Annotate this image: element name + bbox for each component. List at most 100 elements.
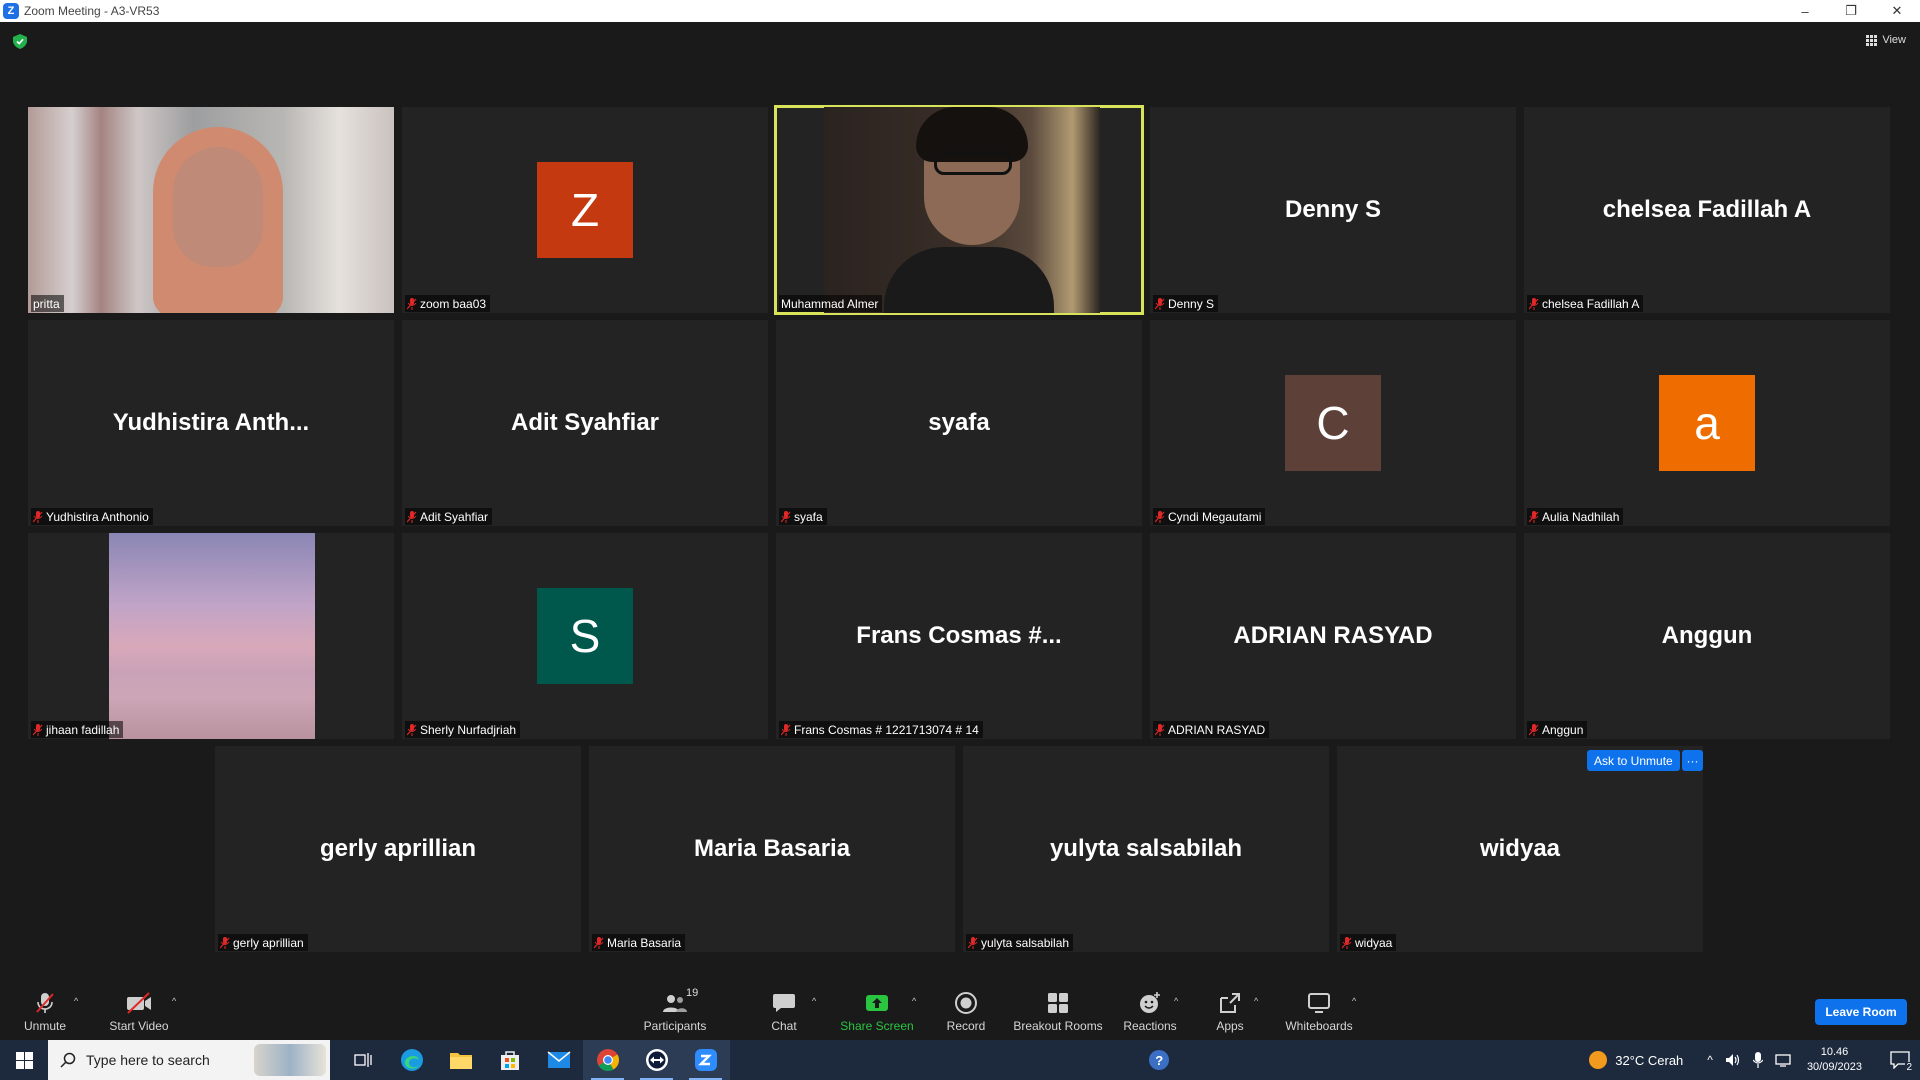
participant-name: Adit Syahfiar [420,509,489,524]
file-explorer-icon[interactable] [436,1040,485,1080]
participant-tile[interactable]: S Sherly Nurfadjriah [402,533,768,739]
participant-video [28,107,394,313]
start-video-label: Start Video [109,1018,169,1033]
participant-display-name: yulyta salsabilah [1049,835,1243,862]
taskbar-search-box[interactable]: Type here to search [48,1040,330,1080]
task-view-icon[interactable] [338,1040,387,1080]
edge-browser-icon[interactable] [387,1040,436,1080]
muted-mic-icon [1154,723,1165,736]
participant-tile[interactable]: syafa syafa [776,320,1142,526]
participant-tile[interactable]: a Aulia Nadhilah [1524,320,1890,526]
participant-tile[interactable]: widyaa widyaa [1337,746,1703,952]
reactions-button[interactable]: Reactions [1122,982,1178,1040]
show-hidden-icons-chevron-icon[interactable]: ^ [1707,1053,1713,1067]
muted-mic-icon [780,510,791,523]
apps-label: Apps [1216,1018,1244,1033]
security-shield-icon[interactable] [13,34,27,49]
participant-display-name: syafa [928,409,990,436]
chat-options-caret-icon[interactable]: ^ [812,996,816,1006]
participant-tile[interactable]: Maria Basaria Maria Basaria [589,746,955,952]
whiteboards-button[interactable]: Whiteboards [1284,982,1354,1040]
microphone-tray-icon[interactable] [1752,1052,1763,1068]
participant-display-name: Denny S [1284,196,1382,223]
participant-tile[interactable]: gerly aprillian gerly aprillian [215,746,581,952]
whiteboards-options-caret-icon[interactable]: ^ [1352,996,1356,1006]
sun-icon [1589,1051,1608,1069]
participant-name: yulyta salsabilah [981,935,1070,950]
weather-widget[interactable]: 32°C Cerah [1589,1051,1683,1069]
participants-icon [663,994,687,1012]
participant-name-label: Adit Syahfiar [405,508,493,525]
muted-mic-icon [219,936,230,949]
restore-button[interactable]: ❐ [1828,0,1874,22]
share-screen-button[interactable]: Share Screen [838,982,916,1040]
clock[interactable]: 10.46 30/09/2023 [1807,1045,1862,1075]
notification-center-button[interactable]: 2 [1880,1040,1920,1080]
search-placeholder: Type here to search [86,1052,210,1068]
participant-name: chelsea Fadillah A [1542,296,1640,311]
participant-tile[interactable]: ADRIAN RASYAD ADRIAN RASYAD [1150,533,1516,739]
audio-options-caret-icon[interactable]: ^ [74,996,78,1006]
participant-display-name: Frans Cosmas #... [856,622,1062,649]
participants-button[interactable]: 19 Participants [640,982,710,1040]
participant-tile[interactable]: Anggun Anggun [1524,533,1890,739]
participant-name-label: Cyndi Megautami [1153,508,1266,525]
participants-count: 19 [686,986,699,999]
video-options-caret-icon[interactable]: ^ [172,996,176,1006]
participant-tile[interactable]: Yudhistira Anth... Yudhistira Anthonio [28,320,394,526]
microsoft-store-icon[interactable] [485,1040,534,1080]
apps-options-caret-icon[interactable]: ^ [1254,996,1258,1006]
chat-button[interactable]: Chat [764,982,804,1040]
tile-more-button[interactable]: ··· [1682,750,1703,771]
ask-to-unmute-button[interactable]: Ask to Unmute [1587,750,1680,771]
participant-tile[interactable]: Muhammad Almer [774,105,1144,315]
reactions-icon [1140,991,1160,1013]
zoom-taskbar-icon[interactable] [681,1040,730,1080]
chrome-browser-icon[interactable] [583,1040,632,1080]
participant-tile[interactable]: Frans Cosmas #... Frans Cosmas # 12217130… [776,533,1142,739]
participant-name: zoom baa03 [420,296,487,311]
muted-mic-icon [967,936,978,949]
participant-display-name: Yudhistira Anth... [112,409,310,436]
record-button[interactable]: Record [942,982,990,1040]
participant-name-label: gerly aprillian [218,934,308,951]
participant-tile[interactable]: pritta [28,107,394,313]
breakout-rooms-button[interactable]: Breakout Rooms [1012,982,1104,1040]
participant-tile[interactable]: Denny S Denny S [1150,107,1516,313]
leave-room-button[interactable]: Leave Room [1815,999,1907,1025]
share-options-caret-icon[interactable]: ^ [912,996,916,1006]
reactions-options-caret-icon[interactable]: ^ [1174,996,1178,1006]
view-button[interactable]: View [1866,34,1906,46]
participant-tile[interactable]: yulyta salsabilah yulyta salsabilah [963,746,1329,952]
unmute-label: Unmute [23,1018,67,1033]
zoom-logo-icon: Z [3,3,19,19]
mail-icon[interactable] [534,1040,583,1080]
minimize-button[interactable]: – [1782,0,1828,22]
network-icon[interactable] [1775,1053,1793,1067]
participant-name-label: Frans Cosmas # 1221713074 # 14 [779,721,983,738]
participant-tile[interactable]: jihaan fadillah [28,533,394,739]
share-screen-icon [866,994,888,1011]
close-button[interactable]: ✕ [1874,0,1920,22]
participant-tile[interactable]: C Cyndi Megautami [1150,320,1516,526]
window-title: Zoom Meeting - A3-VR53 [24,4,160,18]
volume-icon[interactable] [1725,1053,1741,1067]
muted-mic-icon [1528,510,1539,523]
participant-name-label: widyaa [1340,934,1397,951]
teamviewer-icon[interactable] [632,1040,681,1080]
start-video-button[interactable]: Start Video [105,982,173,1040]
participant-name: Cyndi Megautami [1168,509,1262,524]
start-button[interactable] [0,1040,48,1080]
participant-tile[interactable]: chelsea Fadillah A chelsea Fadillah A [1524,107,1890,313]
unmute-button[interactable]: Unmute [20,982,70,1040]
apps-button[interactable]: Apps [1212,982,1248,1040]
help-icon[interactable]: ? [1149,1050,1170,1070]
breakout-rooms-label: Breakout Rooms [1013,1018,1103,1033]
muted-mic-icon [32,723,43,736]
participant-tile[interactable]: Zzoom baa03 [402,107,768,313]
muted-mic-icon [406,297,417,310]
windows-taskbar: Type here to search ? 32°C Cerah ^ 10.46… [0,1040,1920,1080]
participant-name-label: chelsea Fadillah A [1527,295,1644,312]
participant-tile[interactable]: Adit Syahfiar Adit Syahfiar [402,320,768,526]
participant-name: ADRIAN RASYAD [1168,722,1266,737]
